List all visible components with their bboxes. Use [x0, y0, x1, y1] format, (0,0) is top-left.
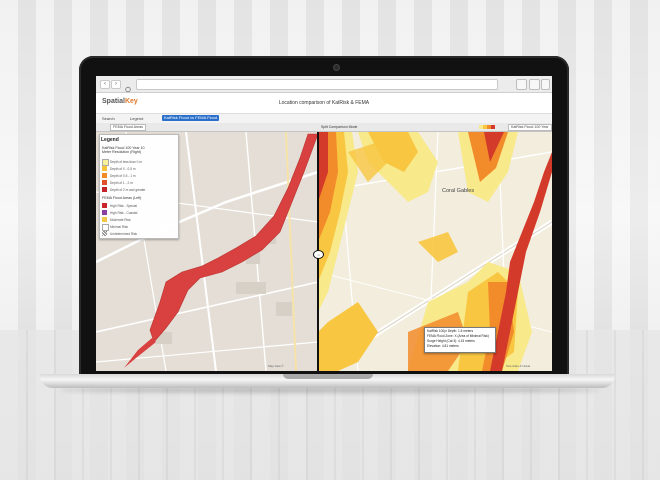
legend-swatch — [102, 224, 109, 231]
legend-swatch — [102, 203, 107, 208]
laptop-screen: ‹ › SpatialKey Location comparison of Ka… — [96, 76, 552, 371]
popup-line: Elevation: 4.81 meters — [427, 344, 459, 348]
share-icon[interactable] — [516, 79, 527, 90]
forward-button[interactable]: › — [111, 80, 121, 89]
page-title: Location comparison of KatRisk & FEMA — [278, 100, 370, 106]
legend-item: High Risk - Coastal — [110, 211, 138, 215]
comparison-dropdown-button[interactable]: KatRisk Flood vs FEMA Flood — [162, 115, 220, 121]
left-layer-select[interactable]: FEMA Flood Areas — [110, 124, 146, 131]
legend-swatch — [102, 210, 107, 215]
reload-icon[interactable] — [124, 80, 132, 93]
legend-item: Depth of 0.5 - 1 m — [110, 174, 136, 178]
legend-item: Depth of less than 0 m — [110, 160, 142, 164]
legend-swatch — [102, 217, 107, 222]
new-tab-icon[interactable] — [541, 79, 550, 90]
legend-section1-title-line2: Meter Resolution (Right) — [102, 150, 141, 154]
split-handle-icon[interactable]: ⇔ — [313, 250, 324, 259]
right-layer-select[interactable]: KatRisk Flood 100 Year — [508, 124, 552, 131]
search-tool[interactable]: Search — [102, 116, 115, 121]
legend-swatch — [102, 187, 107, 192]
left-map-attribution: Map data © — [268, 364, 284, 368]
compare-mode-label: Split Comparison Mode — [321, 125, 358, 129]
legend-item: Depth of 0 - 0.5 m — [110, 167, 136, 171]
popup-line: KatRisk 100yr Depth: 1.6 meters — [427, 329, 474, 333]
back-button[interactable]: ‹ — [100, 80, 110, 89]
url-bar[interactable] — [136, 79, 498, 90]
legend-item: High Risk - Special — [110, 204, 137, 208]
legend-swatch — [102, 159, 109, 166]
legend-section2-title: FEMA Flood Areas (Left) — [102, 196, 142, 200]
legend-ramp-swatch — [491, 125, 495, 129]
legend-swatch — [102, 166, 107, 171]
legend-item: Moderate Risk — [110, 218, 131, 222]
popup-line: Surge Height (Cat 3): 4.15 meters — [427, 339, 475, 343]
legend-item: Depth of 1 - 2 m — [110, 181, 133, 185]
tabs-icon[interactable] — [529, 79, 540, 90]
right-map-attribution: Tele Atlas & Nokia — [506, 364, 531, 368]
legend-swatch — [102, 180, 107, 185]
legend-tool[interactable]: Legend — [130, 116, 143, 121]
legend-item: Undetermined Risk — [110, 232, 138, 236]
legend-item: Depth of 2 m and greater — [110, 188, 146, 192]
legend-swatch — [102, 173, 107, 178]
map-label-coral-gables: Coral Gables — [442, 188, 475, 194]
popup-line: FEMA Flood Zone: X (Area of Minimal Risk… — [427, 334, 489, 338]
legend-item: Minimal Risk — [110, 225, 129, 229]
camera-icon — [333, 64, 340, 71]
legend-title: Legend — [101, 137, 119, 143]
legend-swatch — [102, 231, 107, 236]
laptop-notch — [283, 374, 373, 379]
